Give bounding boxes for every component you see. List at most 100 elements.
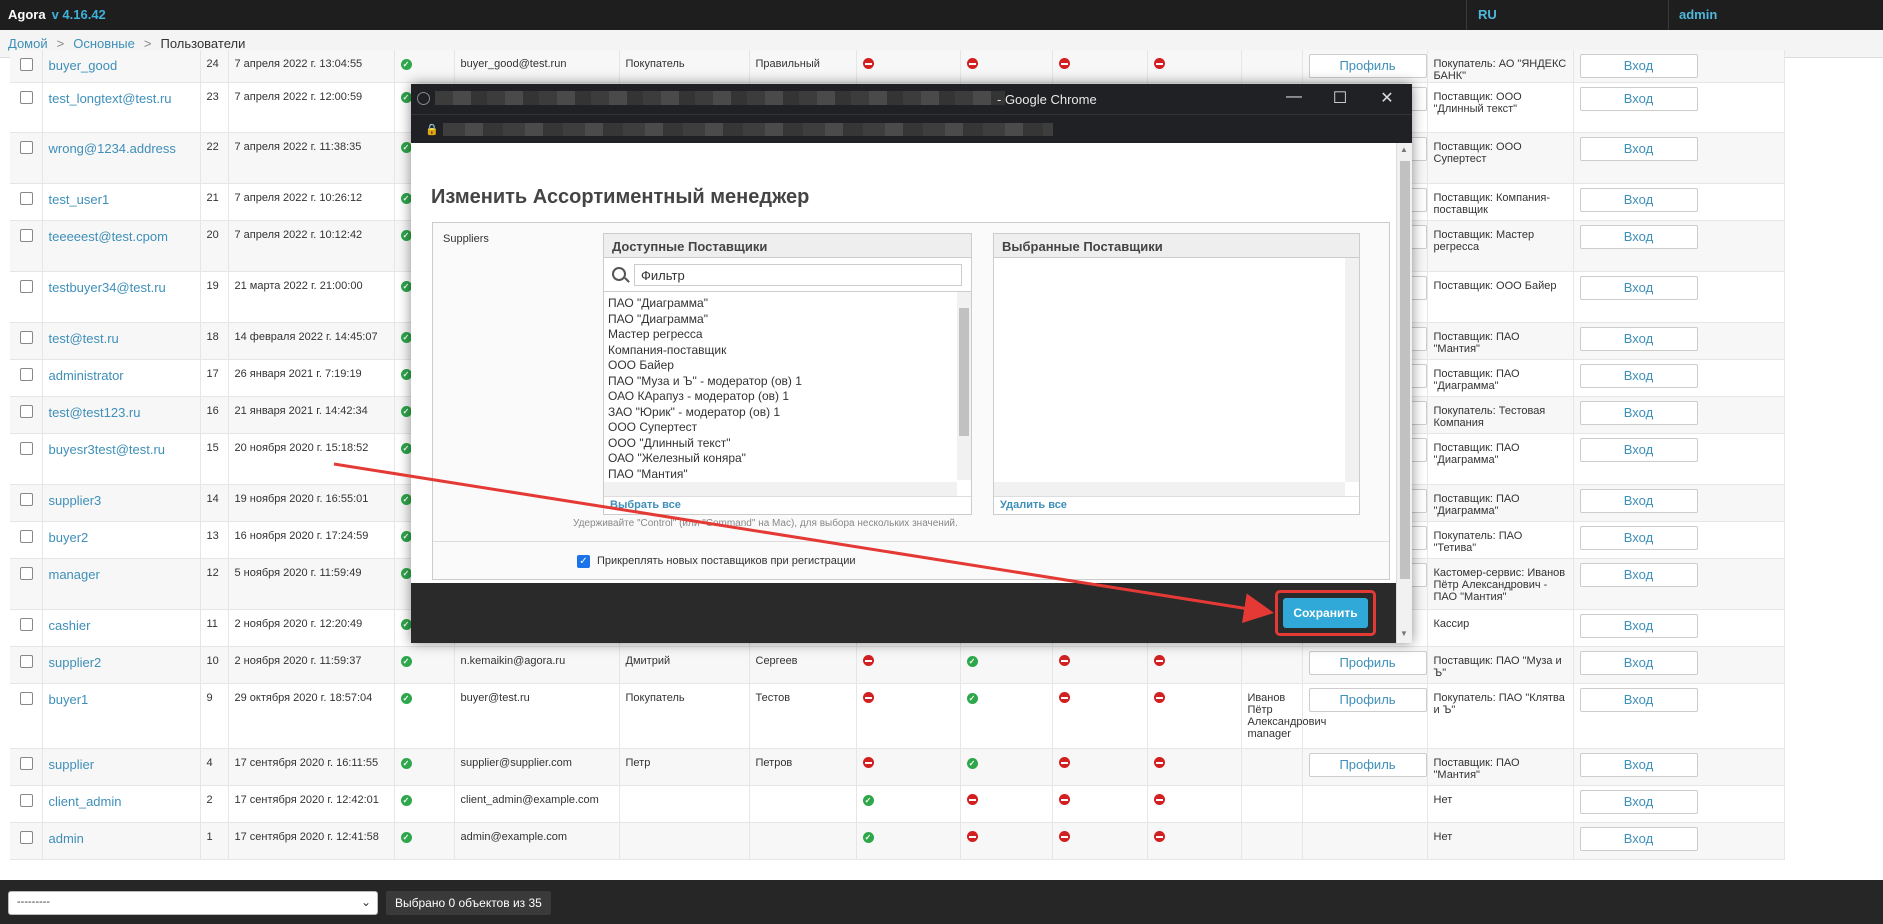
chosen-list-scrollbar[interactable] bbox=[1345, 258, 1359, 482]
login-as-button[interactable]: Вход bbox=[1579, 137, 1698, 161]
row-checkbox[interactable] bbox=[20, 655, 33, 668]
login-as-button[interactable]: Вход bbox=[1579, 651, 1698, 675]
row-checkbox[interactable] bbox=[20, 280, 33, 293]
login-as-button[interactable]: Вход bbox=[1579, 225, 1698, 249]
login-as-cell: Вход bbox=[1573, 822, 1785, 860]
profile-button[interactable]: Профиль bbox=[1308, 54, 1427, 78]
save-button[interactable]: Сохранить bbox=[1283, 598, 1368, 628]
app-brand[interactable]: Agora v 4.16.42 bbox=[8, 7, 106, 22]
available-supplier-option[interactable]: Компания-поставщик bbox=[608, 343, 952, 359]
login-as-button[interactable]: Вход bbox=[1579, 753, 1698, 777]
login-as-button[interactable]: Вход bbox=[1579, 327, 1698, 351]
user-login-link[interactable]: buyer2 bbox=[49, 530, 89, 545]
chosen-list-hscrollbar[interactable] bbox=[994, 482, 1345, 496]
login-as-button[interactable]: Вход bbox=[1579, 188, 1698, 212]
user-login-link[interactable]: supplier bbox=[49, 757, 95, 772]
login-as-button[interactable]: Вход bbox=[1579, 563, 1698, 587]
chosen-suppliers-list[interactable] bbox=[994, 258, 1347, 482]
available-list-scrollbar[interactable] bbox=[957, 292, 971, 480]
user-login-link[interactable]: administrator bbox=[49, 368, 124, 383]
user-menu[interactable]: admin bbox=[1679, 7, 1717, 22]
maximize-icon[interactable]: ☐ bbox=[1330, 88, 1350, 108]
row-checkbox[interactable] bbox=[20, 192, 33, 205]
user-login-link[interactable]: buyer_good bbox=[49, 58, 118, 73]
filter-input[interactable]: Фильтр bbox=[634, 264, 962, 286]
blurred-url bbox=[443, 123, 1053, 136]
login-as-button[interactable]: Вход bbox=[1579, 688, 1698, 712]
user-login-link[interactable]: wrong@1234.address bbox=[49, 141, 176, 156]
row-checkbox[interactable] bbox=[20, 493, 33, 506]
login-as-button[interactable]: Вход bbox=[1579, 526, 1698, 550]
row-checkbox[interactable] bbox=[20, 530, 33, 543]
login-as-button[interactable]: Вход bbox=[1579, 401, 1698, 425]
breadcrumb-section[interactable]: Основные bbox=[73, 36, 135, 51]
user-login-link[interactable]: teeeeest@test.cpom bbox=[49, 229, 168, 244]
user-login-link[interactable]: cashier bbox=[49, 618, 91, 633]
login-as-button[interactable]: Вход bbox=[1579, 364, 1698, 388]
user-login-link[interactable]: test_user1 bbox=[49, 192, 110, 207]
popup-scroll-thumb[interactable] bbox=[1400, 161, 1410, 579]
available-suppliers-list[interactable]: ПАО "Диаграмма" ПАО "Диаграмма" Мастер рег… bbox=[604, 292, 956, 480]
available-supplier-option[interactable]: ЗАО "Юрик" - модератор (ов) 1 bbox=[608, 405, 952, 421]
bulk-action-select[interactable]: --------- ⌄ bbox=[8, 891, 378, 915]
login-as-button[interactable]: Вход bbox=[1579, 489, 1698, 513]
row-checkbox[interactable] bbox=[20, 58, 33, 71]
login-as-button[interactable]: Вход bbox=[1579, 54, 1698, 78]
row-checkbox[interactable] bbox=[20, 368, 33, 381]
user-login-link[interactable]: client_admin bbox=[49, 794, 122, 809]
row-checkbox[interactable] bbox=[20, 618, 33, 631]
available-supplier-option[interactable]: ПАО "Диаграмма" bbox=[608, 312, 952, 328]
row-checkbox[interactable] bbox=[20, 405, 33, 418]
row-checkbox[interactable] bbox=[20, 757, 33, 770]
available-supplier-option[interactable]: ООО Байер bbox=[608, 358, 952, 374]
user-login-link[interactable]: manager bbox=[49, 567, 100, 582]
available-list-hscrollbar[interactable] bbox=[604, 482, 957, 496]
login-as-button[interactable]: Вход bbox=[1579, 276, 1698, 300]
user-login-link[interactable]: test@test123.ru bbox=[49, 405, 141, 420]
login-as-button[interactable]: Вход bbox=[1579, 614, 1698, 638]
row-checkbox[interactable] bbox=[20, 331, 33, 344]
user-login-link[interactable]: admin bbox=[49, 831, 84, 846]
row-checkbox[interactable] bbox=[20, 567, 33, 580]
row-checkbox[interactable] bbox=[20, 141, 33, 154]
row-checkbox[interactable] bbox=[20, 442, 33, 455]
scroll-up-icon[interactable]: ▲ bbox=[1400, 145, 1408, 154]
user-login-link[interactable]: supplier2 bbox=[49, 655, 102, 670]
user-login-link[interactable]: buyer1 bbox=[49, 692, 89, 707]
minimize-icon[interactable]: — bbox=[1284, 88, 1304, 106]
attach-new-suppliers-checkbox[interactable]: ✓ bbox=[577, 555, 590, 568]
profile-button[interactable]: Профиль bbox=[1308, 651, 1427, 675]
user-login-link[interactable]: buyesr3test@test.ru bbox=[49, 442, 166, 457]
breadcrumb-home[interactable]: Домой bbox=[8, 36, 48, 51]
profile-button[interactable]: Профиль bbox=[1308, 688, 1427, 712]
user-login-link[interactable]: test_longtext@test.ru bbox=[49, 91, 172, 106]
row-checkbox[interactable] bbox=[20, 91, 33, 104]
row-checkbox[interactable] bbox=[20, 831, 33, 844]
user-login-link[interactable]: test@test.ru bbox=[49, 331, 119, 346]
login-as-button[interactable]: Вход bbox=[1579, 87, 1698, 111]
profile-button[interactable]: Профиль bbox=[1308, 753, 1427, 777]
popup-scrollbar[interactable]: ▲ ▼ bbox=[1396, 143, 1412, 643]
select-all-link[interactable]: Выбрать все bbox=[604, 496, 971, 514]
row-checkbox[interactable] bbox=[20, 229, 33, 242]
user-login-link[interactable]: testbuyer34@test.ru bbox=[49, 280, 166, 295]
available-supplier-option[interactable]: ПАО "Муза и Ъ" - модератор (ов) 1 bbox=[608, 374, 952, 390]
login-as-button[interactable]: Вход bbox=[1579, 790, 1698, 814]
remove-all-link[interactable]: Удалить все bbox=[994, 496, 1359, 514]
available-supplier-option[interactable]: ООО Супертест bbox=[608, 420, 952, 436]
available-supplier-option[interactable]: ПАО "Диаграмма" bbox=[608, 296, 952, 312]
scroll-down-icon[interactable]: ▼ bbox=[1400, 629, 1408, 638]
available-supplier-option[interactable]: ПАО "Мантия" bbox=[608, 467, 952, 481]
chrome-title-bar[interactable]: - Google Chrome — ☐ ✕ bbox=[411, 84, 1412, 114]
available-supplier-option[interactable]: ОАО КАрапуз - модератор (ов) 1 bbox=[608, 389, 952, 405]
row-checkbox[interactable] bbox=[20, 794, 33, 807]
login-as-button[interactable]: Вход bbox=[1579, 827, 1698, 851]
row-checkbox[interactable] bbox=[20, 692, 33, 705]
login-as-button[interactable]: Вход bbox=[1579, 438, 1698, 462]
available-supplier-option[interactable]: ОАО "Железный коняра" bbox=[608, 451, 952, 467]
available-supplier-option[interactable]: ООО "Длинный текст" bbox=[608, 436, 952, 452]
user-login-link[interactable]: supplier3 bbox=[49, 493, 102, 508]
available-supplier-option[interactable]: Мастер регресса bbox=[608, 327, 952, 343]
close-icon[interactable]: ✕ bbox=[1377, 88, 1397, 108]
language-switch[interactable]: RU bbox=[1478, 7, 1497, 22]
